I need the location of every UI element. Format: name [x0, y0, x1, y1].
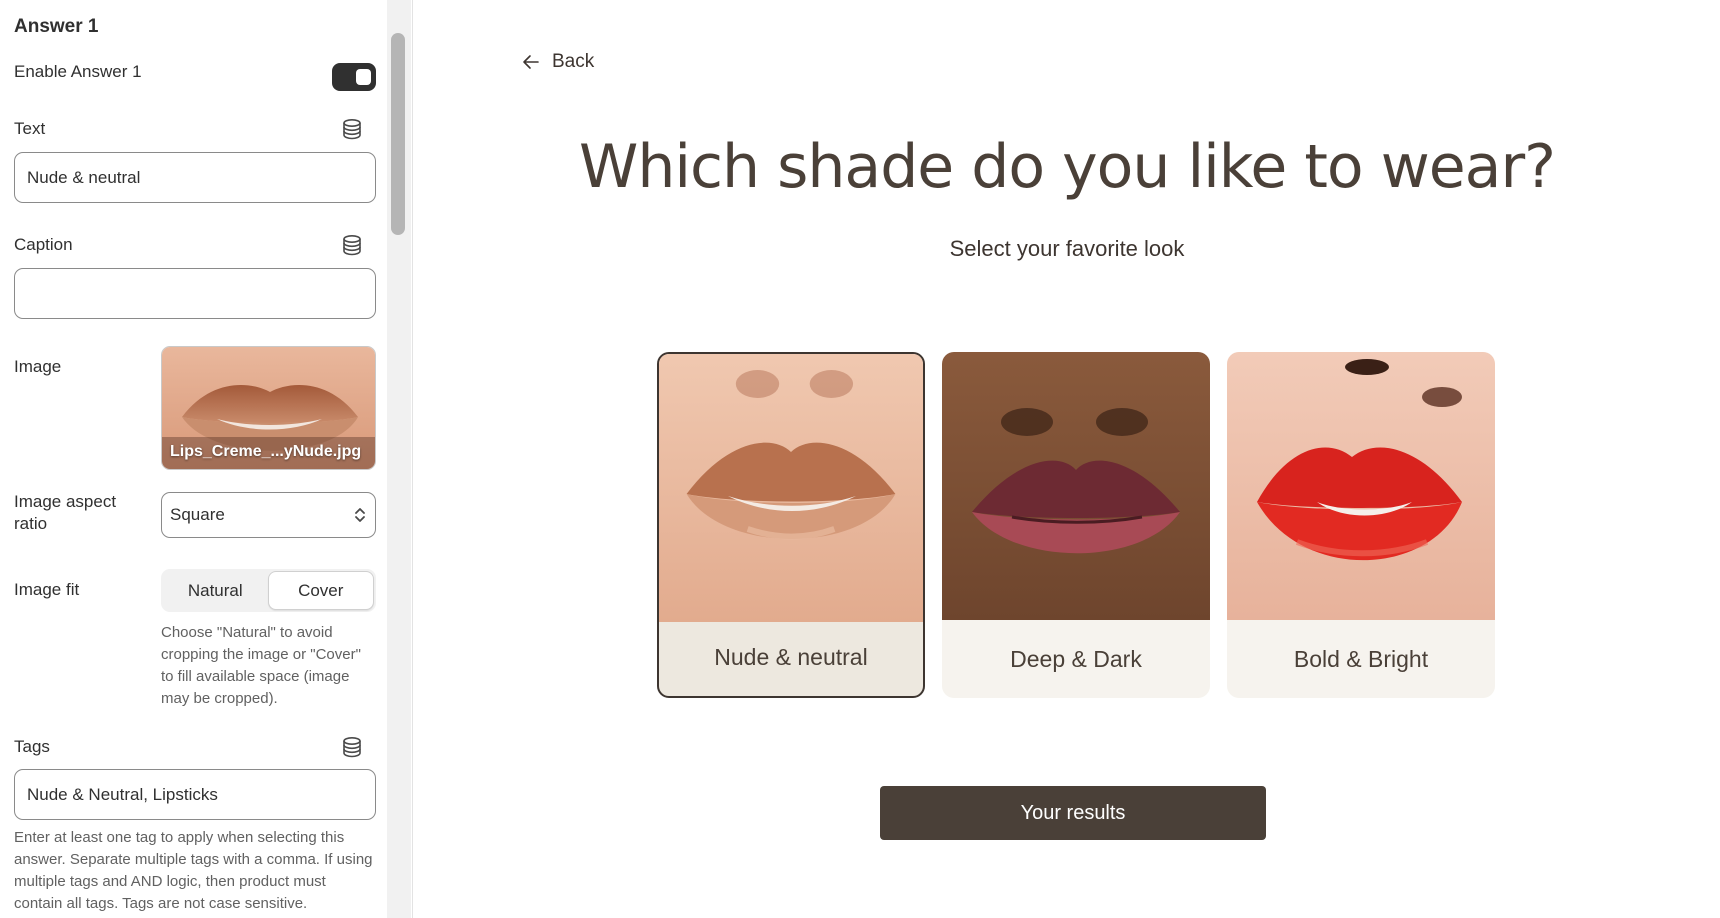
- answer-label: Deep & Dark: [1010, 645, 1142, 672]
- image-fit-segmented-control: Natural Cover: [161, 569, 376, 612]
- image-filename: Lips_Creme_...yNude.jpg: [170, 443, 362, 460]
- answer-label: Nude & neutral: [714, 643, 868, 670]
- database-icon[interactable]: [342, 736, 362, 758]
- enable-answer-label: Enable Answer 1: [14, 62, 142, 81]
- deep-lips-image: [942, 352, 1210, 620]
- aspect-ratio-label: Image aspect ratio: [14, 492, 117, 533]
- arrow-left-icon: [523, 55, 539, 69]
- panel-scrollbar-thumb[interactable]: [391, 33, 405, 235]
- section-title: Answer 1: [14, 16, 99, 37]
- your-results-button[interactable]: Your results: [880, 786, 1266, 840]
- back-button[interactable]: Back: [522, 51, 594, 73]
- tags-input[interactable]: Nude & Neutral, Lipsticks: [14, 769, 376, 820]
- aspect-ratio-value: Square: [170, 505, 225, 524]
- question-title: Which shade do you like to wear?: [579, 132, 1556, 202]
- back-label: Back: [552, 51, 595, 72]
- image-picker[interactable]: Lips_Creme_...yNude.jpg: [161, 346, 376, 470]
- answer-label: Bold & Bright: [1293, 645, 1429, 672]
- enable-answer-toggle[interactable]: [332, 63, 376, 91]
- tags-label: Tags: [14, 737, 50, 756]
- database-icon[interactable]: [342, 118, 362, 140]
- red-lips-image: [1227, 352, 1495, 620]
- fit-option-natural[interactable]: Natural: [163, 571, 268, 610]
- chevron-up-down-icon: [355, 508, 365, 522]
- toggle-knob: [356, 69, 371, 85]
- nude-lips-image: [659, 354, 923, 622]
- text-input[interactable]: Nude & neutral: [14, 152, 376, 203]
- question-subtitle: Select your favorite look: [949, 236, 1185, 261]
- aspect-ratio-select[interactable]: Square: [161, 492, 376, 538]
- database-icon[interactable]: [342, 234, 362, 256]
- image-label: Image: [14, 357, 62, 376]
- tags-help: Enter at least one tag to apply when sel…: [14, 829, 373, 912]
- text-label: Text: [14, 119, 46, 138]
- quiz-preview: Back Which shade do you like to wear? Se…: [414, 0, 1720, 918]
- answer-card-bold[interactable]: Bold & Bright: [1227, 352, 1495, 698]
- answer-card-nude[interactable]: Nude & neutral: [657, 352, 925, 698]
- caption-label: Caption: [14, 235, 73, 254]
- image-fit-label: Image fit: [14, 580, 80, 599]
- answer-card-deep[interactable]: Deep & Dark: [942, 352, 1210, 698]
- image-fit-help: Choose "Natural" to avoid cropping the i…: [161, 624, 361, 707]
- caption-input[interactable]: [14, 268, 376, 319]
- fit-option-cover[interactable]: Cover: [267, 571, 374, 610]
- settings-panel: Answer 1 Enable Answer 1 Text Nude & neu…: [0, 0, 413, 918]
